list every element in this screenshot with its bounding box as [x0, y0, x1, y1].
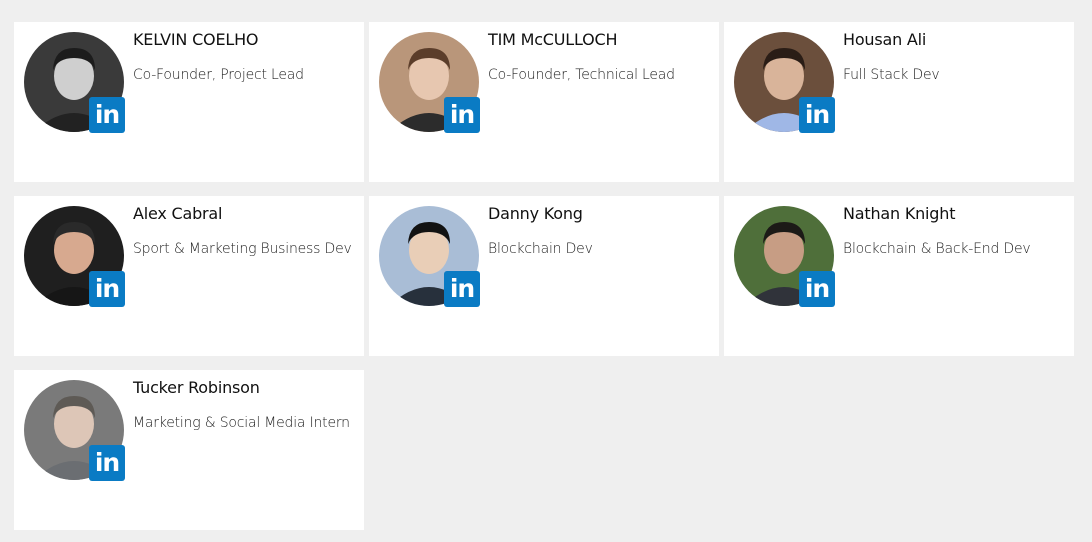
- member-role: Blockchain Dev: [488, 241, 593, 257]
- member-role: Marketing & Social Media Intern: [133, 415, 350, 431]
- team-member-card: in TIM McCULLOCH Co-Founder, Technical Lea…: [369, 22, 719, 182]
- member-name: Danny Kong: [488, 204, 583, 223]
- member-name: KELVIN COELHO: [133, 30, 259, 49]
- team-grid: in KELVIN COELHO Co-Founder, Project Lead i…: [14, 22, 1074, 530]
- linkedin-icon[interactable]: in: [89, 97, 125, 133]
- member-role: Blockchain & Back-End Dev: [843, 241, 1031, 257]
- linkedin-icon[interactable]: in: [444, 97, 480, 133]
- team-member-card: in Housan Ali Full Stack Dev: [724, 22, 1074, 182]
- member-name: Nathan Knight: [843, 204, 956, 223]
- linkedin-icon[interactable]: in: [89, 271, 125, 307]
- team-member-card: in Nathan Knight Blockchain & Back-End Dev: [724, 196, 1074, 356]
- team-member-card: in Tucker Robinson Marketing & Social Medi…: [14, 370, 364, 530]
- member-role: Co-Founder, Project Lead: [133, 67, 304, 83]
- member-name: Housan Ali: [843, 30, 927, 49]
- member-name: Tucker Robinson: [133, 378, 260, 397]
- team-member-card: in Danny Kong Blockchain Dev: [369, 196, 719, 356]
- team-member-card: in Alex Cabral Sport & Marketing Business …: [14, 196, 364, 356]
- member-role: Sport & Marketing Business Dev: [133, 241, 352, 257]
- linkedin-icon[interactable]: in: [444, 271, 480, 307]
- linkedin-icon[interactable]: in: [799, 97, 835, 133]
- linkedin-icon[interactable]: in: [89, 445, 125, 481]
- member-role: Full Stack Dev: [843, 67, 940, 83]
- team-member-card: in KELVIN COELHO Co-Founder, Project Lead: [14, 22, 364, 182]
- member-name: TIM McCULLOCH: [488, 30, 618, 49]
- linkedin-icon[interactable]: in: [799, 271, 835, 307]
- member-role: Co-Founder, Technical Lead: [488, 67, 675, 83]
- member-name: Alex Cabral: [133, 204, 223, 223]
